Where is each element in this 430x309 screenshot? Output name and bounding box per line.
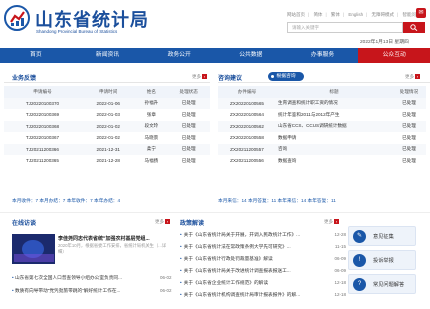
interview-description: 2020年10月，根据省委工作安排，省统计局机关生（...详细）: [58, 243, 167, 254]
divider: [0, 212, 430, 213]
list-item[interactable]: • 关于《山东省统计机构调查统计局审计报表报件》的解... 12-18: [180, 289, 346, 301]
table-header: 办件编号 标题 处理情况: [218, 86, 426, 98]
list-item[interactable]: • 关于《山东省统计局关于开展，开调入民政统计工作》... 12-28: [180, 229, 346, 241]
list-item[interactable]: • 关于《山东省统计法在常政策条例大学先可研究》... 11-15: [180, 241, 346, 253]
consult-table: 办件编号 标题 处理情况 ZX20220100565 生育调查和统计职工资的情况已…: [218, 86, 426, 167]
interview-more-link[interactable]: 更多 ›: [155, 219, 170, 225]
col-header: 申请编号: [4, 86, 81, 98]
nav-interaction[interactable]: 公众互动: [358, 48, 430, 63]
col-header: 办件编号: [218, 86, 276, 98]
search-button[interactable]: [403, 22, 425, 33]
table-row[interactable]: TJ20220100369 2022-01-03 张章 已处理: [4, 109, 210, 121]
table-row[interactable]: ZX20220100564 统计年鉴和2011与2012年产生 已处理: [218, 109, 426, 121]
table-row[interactable]: ZX20211200556 数据查询 已处理: [218, 155, 426, 167]
top-links: 网站首页 | 简体 | 繁体 | English | 无障碍模式 | 智能问答: [287, 12, 421, 17]
consult-title: 咨询建议: [218, 76, 243, 82]
table-row[interactable]: ZX20211200557 咨询 已处理: [218, 143, 426, 155]
divider: [4, 82, 210, 83]
feedback-more-link[interactable]: 更多 ›: [192, 74, 207, 80]
col-header: 姓名: [135, 86, 168, 98]
nav-public-data[interactable]: 公共数据: [215, 48, 287, 63]
feedback-title: 业务反馈: [12, 76, 37, 82]
nav-home[interactable]: 首页: [0, 48, 72, 63]
table-row[interactable]: TJ20220100370 2022-01-06 孙福升 已处理: [4, 97, 210, 109]
col-header: 处理状态: [167, 86, 210, 98]
table-header: 申请编号 申请时间 姓名 处理状态: [4, 86, 210, 98]
table-row[interactable]: ZX20220100565 生育调查和统计职工资的情况 已处理: [218, 97, 426, 109]
feedback-stats: 本月收件：7 本月办结：7 本年收件：7 本年办结：4: [12, 198, 121, 203]
top-link-english[interactable]: English: [348, 12, 363, 17]
table-row[interactable]: TJ20211200366 2021-12-31 柔宁 已处理: [4, 143, 210, 155]
consult-stats: 本月来信：14 本月答复：11 本年来信：14 本年答复：11: [218, 198, 336, 203]
search-placeholder: 请输入关键字: [292, 25, 319, 30]
top-link-home[interactable]: 网站首页: [287, 12, 305, 17]
chat-icon: ✎: [353, 230, 366, 243]
policy-more-link[interactable]: 更多 ›: [324, 219, 339, 225]
list-item[interactable]: • 数质有向导带动“党凭劲旅带跳的”解好统计工作在... 06-02: [12, 288, 172, 294]
top-link-accessibility[interactable]: 无障碍模式: [372, 12, 395, 17]
tab-consult[interactable]: 根据咨询: [268, 72, 304, 81]
feedback-table: 申请编号 申请时间 姓名 处理状态 TJ20220100370 2022-01-0…: [4, 86, 210, 167]
logo-icon: [4, 5, 30, 31]
top-link-simplified[interactable]: 简体: [313, 12, 322, 17]
col-header: 标题: [276, 86, 392, 98]
table-row[interactable]: TJ20211200365 2021-12-28 马福扬 已处理: [4, 155, 210, 167]
list-item[interactable]: • 山东省第七次全国人口普查领导小组办公室负责同... 06-02: [12, 275, 172, 281]
report-icon: !: [353, 254, 366, 267]
list-item[interactable]: • 关于《山东省企业统计工作规范》的解读 12-18: [180, 277, 346, 289]
divider: [218, 82, 430, 83]
current-date: 2022年1月13日 星期四: [360, 40, 409, 45]
top-link-traditional[interactable]: 繁体: [331, 12, 340, 17]
interview-thumbnail[interactable]: [12, 234, 55, 264]
search-icon: [410, 24, 418, 31]
nav-services[interactable]: 办事服务: [287, 48, 359, 63]
table-row[interactable]: ZX20220100562 山东省CCS、CCUS调研统计数据 已处理: [218, 120, 426, 132]
interview-title: 在线访谈: [12, 221, 37, 227]
faq-button[interactable]: ? 常见问题解答: [348, 274, 416, 294]
consult-more-link[interactable]: 更多 ›: [405, 74, 420, 80]
search-input[interactable]: 请输入关键字: [287, 22, 403, 33]
col-header: 处理情况: [392, 86, 426, 98]
nav-news[interactable]: 新闻资讯: [72, 48, 144, 63]
table-row[interactable]: TJ20220100368 2022-01-02 段文玲 已处理: [4, 120, 210, 132]
list-item[interactable]: • 关于《山东省统计行政处罚裁量基准》解读 06-09: [180, 253, 346, 265]
opinion-collection-button[interactable]: ✎ 意见征集: [348, 226, 416, 246]
complaint-button[interactable]: ! 投诉举报: [348, 250, 416, 270]
nav-gov-affairs[interactable]: 政务公开: [143, 48, 215, 63]
header: 山东省统计局 Shandong Provincial Bureau of Sta…: [0, 0, 430, 47]
site-subtitle: Shandong Provincial Bureau of Statistics: [36, 29, 118, 34]
list-item[interactable]: • 关于《山东省统计局关于改进统计调查报表报送工... 06-09: [180, 265, 346, 277]
col-header: 申请时间: [80, 86, 136, 98]
table-row[interactable]: TJ20220100367 2022-01-02 马晓景 已处理: [4, 132, 210, 144]
policy-title: 政策解读: [180, 221, 205, 227]
wechat-icon[interactable]: ✉: [416, 8, 426, 18]
question-icon: ?: [353, 278, 366, 291]
main-nav: 首页 新闻资讯 政务公开 公共数据 办事服务 公众互动: [0, 48, 430, 63]
interview-headline[interactable]: 李佳尧同志代表省统“加强农村基层党组...: [58, 235, 150, 242]
table-row[interactable]: ZX20220100558 数据申请 已处理: [218, 132, 426, 144]
